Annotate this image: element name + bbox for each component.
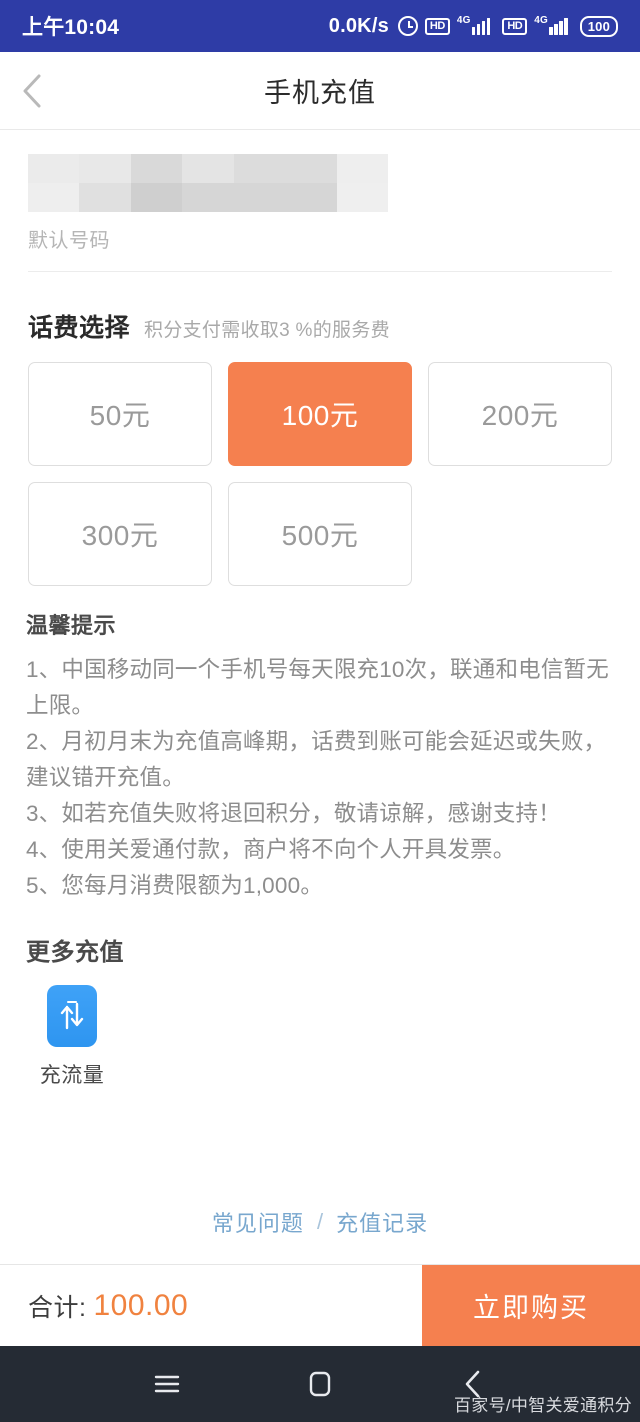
hd-icon-1: HD — [424, 17, 450, 35]
android-navigation-bar: 百家号/中智关爱通积分 — [0, 1346, 640, 1422]
more-recharge-title: 更多充值 — [26, 939, 124, 966]
android-home-button[interactable] — [290, 1369, 350, 1399]
amount-section-subtitle: 积分支付需收取3 %的服务费 — [144, 320, 390, 341]
tip-item-3: 3、如若充值失败将退回积分，敬请谅解，感谢支持！ — [26, 801, 561, 826]
hd-icon-2: HD — [502, 17, 528, 35]
status-bar-icons: 0.0K/s HD 4G HD 4G 100 — [329, 15, 618, 38]
buy-now-button[interactable]: 立即购买 — [422, 1265, 640, 1346]
bottom-action-bar: 合计: 100.00 立即购买 — [0, 1264, 640, 1346]
more-item-data-flow[interactable]: 充流量 — [26, 985, 118, 1089]
tip-item-2: 2、月初月末为充值高峰期，话费到账可能会延迟或失败，建议错开充值。 — [26, 729, 607, 790]
alarm-clock-icon — [397, 16, 418, 36]
phone-number-section[interactable]: 默认号码 — [0, 130, 640, 282]
amount-section-header: 话费选择 积分支付需收取3 %的服务费 — [0, 282, 640, 344]
amount-option-50[interactable]: 50元 — [28, 362, 212, 466]
network-speed-label: 0.0K/s — [328, 14, 389, 37]
more-item-label: 充流量 — [39, 1064, 105, 1087]
tips-section: 温馨提示 1、中国移动同一个手机号每天限充10次，联通和电信暂无上限。 2、月初… — [0, 586, 640, 904]
signal-label-2: 4G — [534, 14, 548, 26]
total-amount: 100.00 — [93, 1288, 189, 1322]
signal-icon-2: 4G — [534, 14, 573, 35]
amount-option-300[interactable]: 300元 — [28, 482, 212, 586]
links-separator: / — [316, 1209, 324, 1234]
app-screen: 上午10:04 0.0K/s HD 4G HD 4G 100 手机充值 默认号码… — [0, 0, 640, 1422]
more-recharge-section: 更多充值 充流量 — [0, 904, 640, 1089]
amount-section-title: 话费选择 — [28, 314, 131, 342]
signal-icon-1: 4G — [456, 14, 496, 35]
tips-title: 温馨提示 — [26, 613, 117, 638]
amount-option-200[interactable]: 200元 — [428, 362, 612, 466]
android-menu-button[interactable] — [137, 1372, 197, 1396]
menu-icon — [154, 1375, 179, 1393]
page-title: 手机充值 — [264, 78, 376, 108]
section-divider — [28, 271, 612, 272]
phone-number-redacted — [28, 154, 388, 212]
home-icon — [309, 1371, 331, 1397]
amount-option-500[interactable]: 500元 — [228, 482, 412, 586]
total-container: 合计: 100.00 — [0, 1265, 422, 1346]
data-flow-icon — [47, 985, 97, 1047]
phone-number-label: 默认号码 — [28, 230, 110, 252]
footer-links: 常见问题 / 充值记录 — [0, 1206, 640, 1264]
tips-list: 1、中国移动同一个手机号每天限充10次，联通和电信暂无上限。 2、月初月末为充值… — [26, 652, 614, 904]
signal-label-1: 4G — [456, 14, 471, 26]
tip-item-1: 1、中国移动同一个手机号每天限充10次，联通和电信暂无上限。 — [26, 657, 609, 718]
status-bar-time: 上午10:04 — [22, 16, 120, 39]
battery-icon: 100 — [579, 15, 618, 37]
page-header: 手机充值 — [0, 52, 640, 130]
amount-option-100[interactable]: 100元 — [228, 362, 412, 466]
faq-link[interactable]: 常见问题 — [212, 1206, 304, 1238]
tip-item-4: 4、使用关爱通付款，商户将不向个人开具发票。 — [26, 837, 516, 862]
tip-item-5: 5、您每月消费限额为1,000。 — [26, 873, 324, 898]
up-down-arrows-icon — [60, 1001, 84, 1030]
more-recharge-items: 充流量 — [26, 985, 614, 1089]
amount-options-grid: 50元 100元 200元 300元 500元 — [0, 344, 640, 586]
total-label: 合计: — [28, 1293, 87, 1322]
recharge-records-link[interactable]: 充值记录 — [336, 1206, 428, 1238]
watermark-text: 百家号/中智关爱通积分 — [453, 1396, 632, 1415]
status-bar: 上午10:04 0.0K/s HD 4G HD 4G 100 — [0, 0, 640, 52]
